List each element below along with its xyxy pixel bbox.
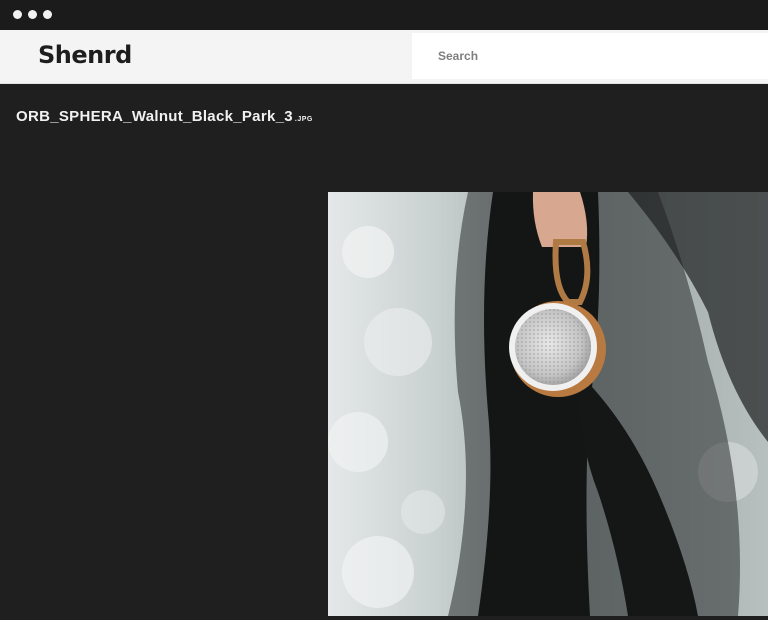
file-extension: .JPG <box>294 116 313 123</box>
window-titlebar <box>0 0 768 30</box>
window-dot-icon[interactable] <box>13 10 22 19</box>
brand-logo[interactable]: Shenrd <box>38 41 132 69</box>
window-dot-icon[interactable] <box>43 10 52 19</box>
app-header: Shenrd Search <box>0 30 768 84</box>
search-input[interactable]: Search <box>412 33 768 79</box>
file-name: ORB_SPHERA_Walnut_Black_Park_3 <box>16 108 293 125</box>
window-dot-icon[interactable] <box>28 10 37 19</box>
file-title: ORB_SPHERA_Walnut_Black_Park_3 .JPG <box>16 108 313 125</box>
preview-image[interactable] <box>328 192 768 616</box>
